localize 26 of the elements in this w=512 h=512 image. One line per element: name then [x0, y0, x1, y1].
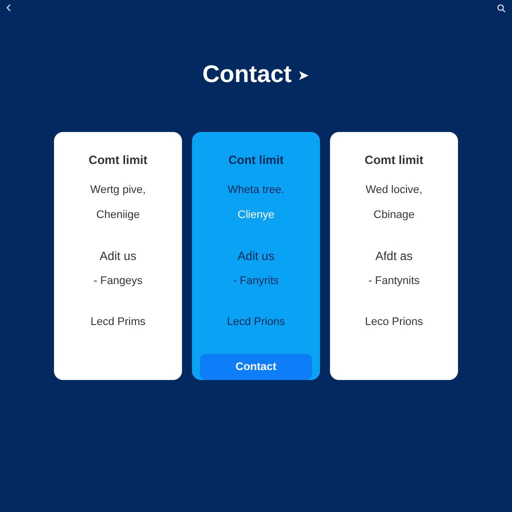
plan-card[interactable]: Comt limit Wed locive, Cbinage Afdt as - Fantynits Leco Prions: [330, 132, 458, 380]
arrow-icon: ➤: [298, 64, 310, 86]
plan-title: Comt limit: [88, 152, 148, 169]
plan-heading: Afdt as: [375, 248, 413, 265]
search-icon[interactable]: [497, 4, 506, 12]
plan-footer-text: Lecd Prions: [226, 314, 286, 330]
back-button[interactable]: ‹: [6, 2, 12, 14]
plan-description: Wheta tree.: [228, 183, 284, 198]
plan-feature: - Fanyrits: [233, 274, 279, 289]
plan-heading: Adit us: [100, 248, 136, 265]
plan-card[interactable]: Cont limit Wheta tree. Clienye Adit us - Fanyrits Lecd Prions Contact: [192, 132, 320, 380]
plan-footer-text: Leco Prions: [364, 314, 424, 330]
plan-feature: - Fangeys: [94, 274, 142, 289]
plan-subtitle: Cheniige: [96, 208, 140, 222]
plan-title: Comt limit: [364, 152, 424, 169]
plan-feature: - Fantynits: [368, 274, 420, 289]
contact-button[interactable]: Contact: [200, 354, 312, 380]
page-title: Contact: [202, 60, 292, 90]
plan-heading: Adit us: [238, 248, 274, 265]
plan-card[interactable]: Comt limit Wertg pive, Cheniige Adit us - Fangeys Lecd Prims: [54, 132, 182, 380]
plan-title: Cont limit: [228, 152, 284, 169]
plan-subtitle: Cbinage: [374, 208, 414, 222]
plan-subtitle: Clienye: [238, 208, 274, 222]
plan-description: Wed locive,: [366, 183, 422, 198]
plan-footer-text: Lecd Prims: [90, 314, 146, 330]
plan-description: Wertg pive,: [90, 183, 146, 198]
